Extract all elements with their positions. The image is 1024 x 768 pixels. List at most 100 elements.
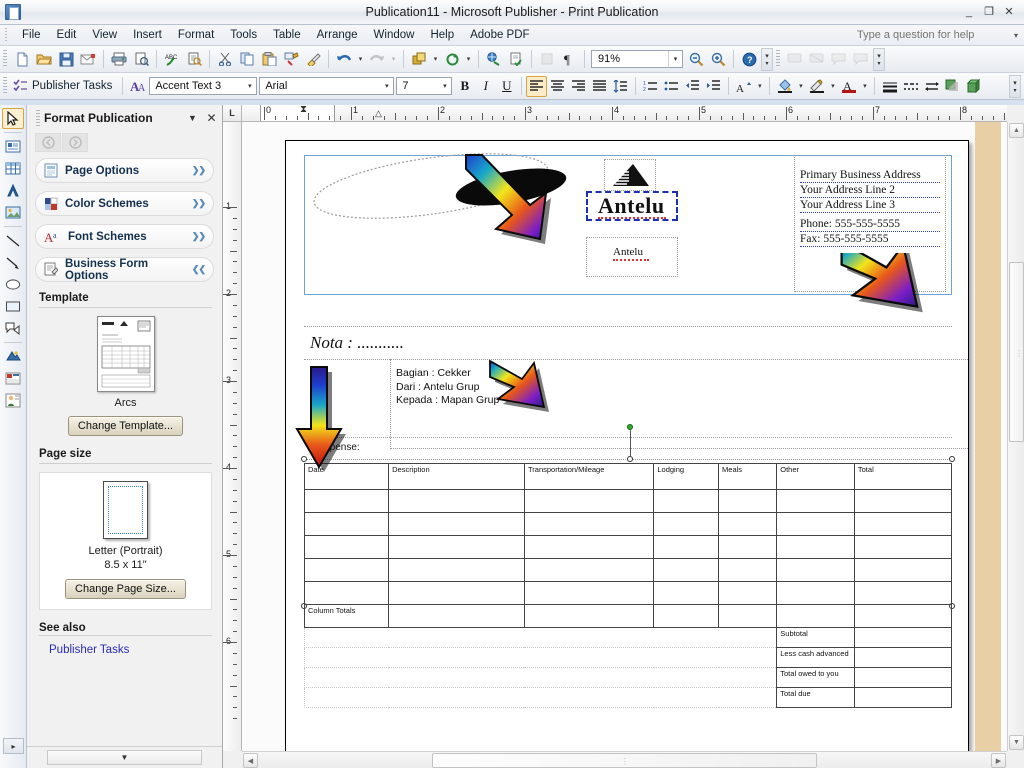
- minimize-button[interactable]: _: [961, 5, 977, 20]
- table-row[interactable]: [303, 581, 953, 605]
- new-icon[interactable]: [11, 48, 33, 70]
- underline-button[interactable]: U: [496, 76, 517, 97]
- table-cell[interactable]: [718, 489, 778, 513]
- table-cell[interactable]: [653, 512, 720, 536]
- table-cell[interactable]: [523, 581, 655, 605]
- zoom-out-icon[interactable]: [685, 48, 707, 70]
- task-pane-forward-button[interactable]: [62, 133, 88, 152]
- redo-icon[interactable]: [366, 48, 388, 70]
- scroll-right-button[interactable]: ▶: [991, 753, 1006, 768]
- chevron-up-icon[interactable]: ❮❮: [192, 264, 206, 275]
- bring-front-dropdown-icon[interactable]: ▾: [430, 48, 441, 70]
- decrease-indent-icon[interactable]: [682, 76, 703, 97]
- menu-table[interactable]: Table: [265, 27, 309, 43]
- table-header-cell[interactable]: Transportation/Mileage: [523, 463, 655, 490]
- cut-icon[interactable]: [214, 48, 236, 70]
- arrow-style-icon[interactable]: [921, 76, 942, 97]
- menu-adobe-pdf[interactable]: Adobe PDF: [462, 27, 537, 43]
- summary-value-cell[interactable]: [853, 647, 953, 668]
- table-header-cell[interactable]: Lodging: [653, 463, 720, 490]
- table-cell[interactable]: [653, 558, 720, 582]
- insert-table-icon[interactable]: [2, 158, 24, 179]
- horizontal-scrollbar[interactable]: ◀ ⋮ ▶: [242, 751, 1007, 768]
- justify-icon[interactable]: [589, 76, 610, 97]
- task-pane-scroll-down-button[interactable]: ▼: [47, 750, 202, 765]
- summary-value-cell[interactable]: [853, 667, 953, 688]
- table-cell[interactable]: [653, 489, 720, 513]
- formatting-toolbar-options-button[interactable]: ▾ ▾: [1009, 74, 1021, 98]
- research-icon[interactable]: [183, 48, 205, 70]
- paragraph-marks-icon[interactable]: ¶: [558, 48, 580, 70]
- menu-format[interactable]: Format: [170, 27, 222, 43]
- vertical-scroll-thumb[interactable]: ⋮⋮: [1009, 262, 1024, 442]
- rotate-icon[interactable]: [441, 48, 463, 70]
- business-name[interactable]: Antelu: [598, 193, 665, 219]
- template-thumbnail[interactable]: [96, 316, 155, 392]
- chevron-down-icon[interactable]: ▾: [1014, 31, 1018, 40]
- publisher-tasks-button[interactable]: Publisher Tasks: [11, 79, 118, 93]
- save-icon[interactable]: [55, 48, 77, 70]
- align-left-icon[interactable]: [526, 75, 548, 97]
- summary-value-cell[interactable]: [853, 687, 953, 708]
- table-cell[interactable]: [853, 581, 953, 605]
- table-cell[interactable]: [653, 581, 720, 605]
- email-icon[interactable]: [77, 48, 99, 70]
- change-page-size-button[interactable]: Change Page Size...: [65, 579, 186, 599]
- menu-help[interactable]: Help: [422, 27, 462, 43]
- table-cell[interactable]: [718, 604, 778, 628]
- menu-view[interactable]: View: [84, 27, 125, 43]
- vertical-scrollbar[interactable]: ▲ ⋮⋮ ▼: [1007, 122, 1024, 751]
- spelling-icon[interactable]: ABC: [161, 48, 183, 70]
- font-combo[interactable]: Arial ▾: [259, 77, 395, 95]
- table-cell[interactable]: [523, 535, 655, 559]
- summary-row[interactable]: Subtotal: [303, 627, 953, 648]
- table-row[interactable]: [303, 489, 953, 513]
- table-cell[interactable]: [853, 489, 953, 513]
- open-icon[interactable]: [33, 48, 55, 70]
- styles-icon[interactable]: AA: [127, 75, 149, 97]
- first-line-indent-marker[interactable]: ⧗: [300, 105, 307, 115]
- line-color-dropdown-icon[interactable]: ▾: [827, 75, 838, 97]
- horizontal-scroll-thumb[interactable]: ⋮: [432, 753, 817, 768]
- table-cell[interactable]: [523, 512, 655, 536]
- delete-comment-icon[interactable]: [850, 48, 872, 70]
- help-icon[interactable]: ?: [738, 48, 760, 70]
- format-painter-icon[interactable]: [280, 48, 302, 70]
- paste-icon[interactable]: [258, 48, 280, 70]
- see-also-publisher-tasks-link[interactable]: Publisher Tasks: [49, 644, 212, 656]
- table-cell[interactable]: [303, 558, 390, 582]
- table-cell[interactable]: [523, 489, 655, 513]
- chevron-down-icon[interactable]: ▾: [380, 78, 393, 95]
- autoshapes-icon[interactable]: [2, 318, 24, 339]
- toolbar-grip-2[interactable]: [776, 50, 780, 68]
- chevron-down-icon[interactable]: ▾: [243, 78, 256, 95]
- table-cell[interactable]: [853, 512, 953, 536]
- copy-icon[interactable]: [236, 48, 258, 70]
- tagline[interactable]: Antelu: [613, 246, 643, 258]
- vertical-ruler[interactable]: 1 2 3 4 5 6: [223, 122, 242, 751]
- address-block[interactable]: Primary Business Address Your Address Li…: [800, 168, 940, 247]
- oval-icon[interactable]: [2, 274, 24, 295]
- bring-front-icon[interactable]: [408, 48, 430, 70]
- italic-button[interactable]: I: [475, 76, 496, 97]
- table-cell[interactable]: [303, 581, 390, 605]
- expense-label[interactable]: of expense:: [308, 442, 360, 453]
- objects-toolbar-more-button[interactable]: ▸: [3, 738, 24, 754]
- help-search-box[interactable]: ▾: [854, 28, 1024, 42]
- redo-dropdown-icon[interactable]: ▾: [388, 48, 399, 70]
- chevron-down-icon[interactable]: ❯❯: [192, 231, 206, 242]
- summary-row[interactable]: Total owed to you: [303, 667, 953, 688]
- menu-arrange[interactable]: Arrange: [309, 27, 366, 43]
- font-size-combo[interactable]: 7 ▾: [396, 77, 453, 95]
- line-spacing-icon[interactable]: [610, 76, 631, 97]
- page-size-thumbnail[interactable]: [103, 481, 148, 539]
- table-cell[interactable]: [718, 581, 778, 605]
- task-pane-grip[interactable]: [36, 110, 40, 126]
- comment-next-icon[interactable]: [806, 48, 828, 70]
- undo-dropdown-icon[interactable]: ▾: [355, 48, 366, 70]
- close-button[interactable]: ✕: [1001, 5, 1017, 20]
- table-row[interactable]: [303, 512, 953, 536]
- table-cell[interactable]: [523, 558, 655, 582]
- summary-row[interactable]: Total due: [303, 687, 953, 708]
- table-header-cell[interactable]: Meals: [718, 463, 778, 490]
